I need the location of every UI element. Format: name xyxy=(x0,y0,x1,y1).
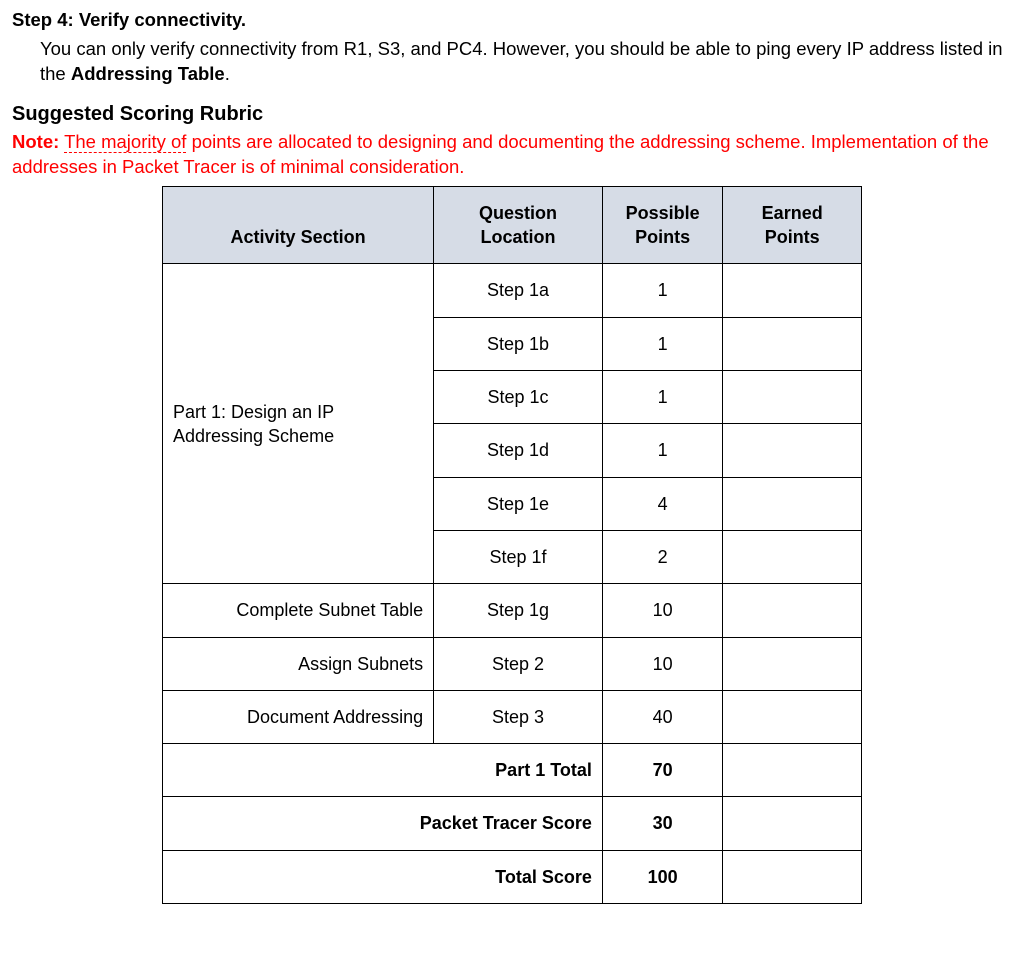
cell-points: 10 xyxy=(602,584,723,637)
cell-earned xyxy=(723,584,862,637)
cell-points: 1 xyxy=(602,424,723,477)
cell-part1-total-label: Part 1 Total xyxy=(163,744,603,797)
cell-packet-tracer-earned xyxy=(723,797,862,850)
table-row: Part 1: Design an IP Addressing Scheme S… xyxy=(163,264,862,317)
cell-points: 4 xyxy=(602,477,723,530)
note-underlined: The majority of xyxy=(64,131,186,153)
cell-qloc: Step 1a xyxy=(434,264,603,317)
table-row: Document Addressing Step 3 40 xyxy=(163,690,862,743)
cell-part1-total-points: 70 xyxy=(602,744,723,797)
cell-qloc: Step 1e xyxy=(434,477,603,530)
table-row-part1-total: Part 1 Total 70 xyxy=(163,744,862,797)
cell-activity: Complete Subnet Table xyxy=(163,584,434,637)
cell-total-score-label: Total Score xyxy=(163,850,603,903)
cell-earned xyxy=(723,530,862,583)
cell-part1-total-earned xyxy=(723,744,862,797)
cell-total-score-points: 100 xyxy=(602,850,723,903)
table-row: Complete Subnet Table Step 1g 10 xyxy=(163,584,862,637)
cell-points: 2 xyxy=(602,530,723,583)
cell-earned xyxy=(723,424,862,477)
cell-qloc: Step 1f xyxy=(434,530,603,583)
cell-activity: Assign Subnets xyxy=(163,637,434,690)
cell-qloc: Step 1g xyxy=(434,584,603,637)
cell-earned xyxy=(723,317,862,370)
cell-points: 1 xyxy=(602,264,723,317)
cell-earned xyxy=(723,690,862,743)
th-possible-points: Possible Points xyxy=(602,186,723,264)
step4-body: You can only verify connectivity from R1… xyxy=(40,37,1012,87)
table-row-total-score: Total Score 100 xyxy=(163,850,862,903)
th-question-location: Question Location xyxy=(434,186,603,264)
table-row: Assign Subnets Step 2 10 xyxy=(163,637,862,690)
note-line: Note: The majority of points are allocat… xyxy=(12,130,1012,180)
cell-qloc: Step 3 xyxy=(434,690,603,743)
cell-qloc: Step 1c xyxy=(434,371,603,424)
table-row-packet-tracer: Packet Tracer Score 30 xyxy=(163,797,862,850)
cell-total-score-earned xyxy=(723,850,862,903)
cell-part1-label: Part 1: Design an IP Addressing Scheme xyxy=(163,264,434,584)
cell-activity: Document Addressing xyxy=(163,690,434,743)
cell-earned xyxy=(723,477,862,530)
cell-earned xyxy=(723,264,862,317)
step4-body-bold: Addressing Table xyxy=(71,63,225,84)
step4-heading: Step 4: Verify connectivity. xyxy=(12,8,1012,33)
cell-qloc: Step 2 xyxy=(434,637,603,690)
step4-body-after: . xyxy=(225,63,230,84)
cell-earned xyxy=(723,637,862,690)
note-label: Note: xyxy=(12,131,59,152)
cell-points: 1 xyxy=(602,371,723,424)
rubric-table: Activity Section Question Location Possi… xyxy=(162,186,862,904)
cell-qloc: Step 1d xyxy=(434,424,603,477)
rubric-heading: Suggested Scoring Rubric xyxy=(12,101,1012,128)
table-header-row: Activity Section Question Location Possi… xyxy=(163,186,862,264)
cell-packet-tracer-points: 30 xyxy=(602,797,723,850)
cell-earned xyxy=(723,371,862,424)
th-activity-section: Activity Section xyxy=(163,186,434,264)
cell-qloc: Step 1b xyxy=(434,317,603,370)
cell-packet-tracer-label: Packet Tracer Score xyxy=(163,797,603,850)
th-earned-points: Earned Points xyxy=(723,186,862,264)
cell-points: 1 xyxy=(602,317,723,370)
cell-points: 10 xyxy=(602,637,723,690)
cell-points: 40 xyxy=(602,690,723,743)
